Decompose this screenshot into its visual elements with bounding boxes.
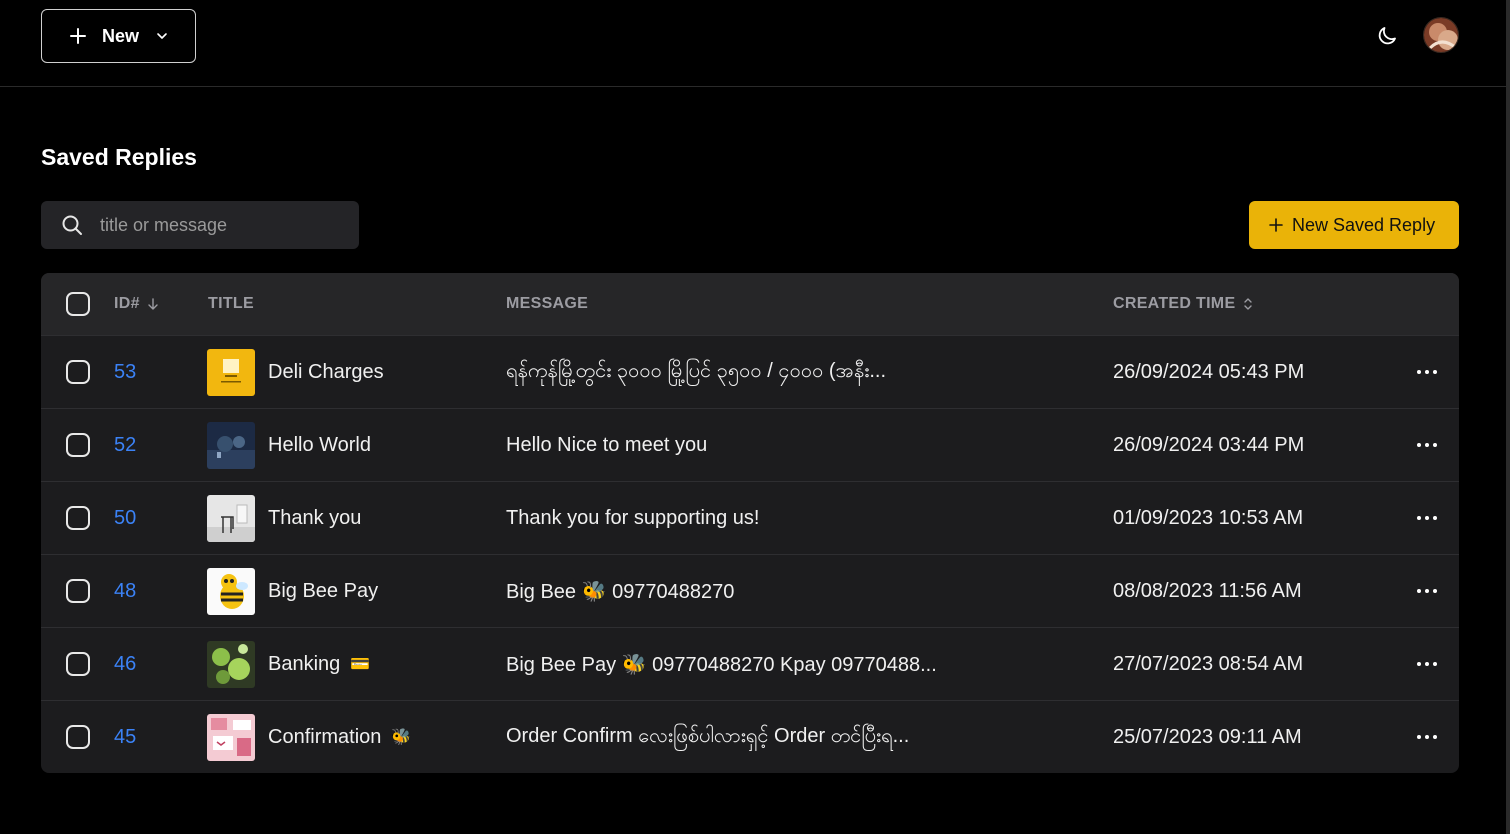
column-created-time[interactable]: CREATED TIME <box>1113 273 1255 335</box>
moon-icon[interactable] <box>1375 24 1399 48</box>
row-id-link[interactable]: 45 <box>114 701 136 773</box>
row-more-icon[interactable] <box>1413 652 1441 676</box>
row-title: Confirmation 🐝 <box>268 701 411 773</box>
table-row[interactable]: 46 Banking 💳 Big Bee Pay 🐝 09770488270 Kp… <box>41 627 1459 700</box>
reply-thumbnail <box>207 495 255 542</box>
new-saved-reply-label: New Saved Reply <box>1292 214 1436 235</box>
row-title-text: Thank you <box>268 506 362 529</box>
row-title-text: Confirmation <box>268 725 382 748</box>
row-title-text: Deli Charges <box>268 360 384 383</box>
select-all-checkbox[interactable] <box>66 292 90 316</box>
row-checkbox[interactable] <box>66 579 90 603</box>
row-created-time: 26/09/2024 05:43 PM <box>1113 360 1305 383</box>
row-id-link[interactable]: 46 <box>114 628 136 700</box>
row-checkbox[interactable] <box>66 433 90 457</box>
row-message: Hello Nice to meet you <box>506 433 708 456</box>
column-created-time-label: CREATED TIME <box>1113 295 1236 312</box>
saved-replies-table: ID# TITLE MESSAGE CREATED TIME 53 Deli C… <box>41 273 1459 773</box>
row-title: Banking 💳 <box>268 628 370 700</box>
row-created-time: 08/08/2023 11:56 AM <box>1113 579 1302 602</box>
row-message: Thank you for supporting us! <box>506 506 760 529</box>
row-more-icon[interactable] <box>1413 506 1441 530</box>
user-avatar[interactable] <box>1423 17 1459 53</box>
row-checkbox[interactable] <box>66 725 90 749</box>
row-more-icon[interactable] <box>1413 433 1441 457</box>
reply-thumbnail <box>207 422 255 469</box>
column-message-label: MESSAGE <box>506 295 589 312</box>
credit-card-icon: 💳 <box>350 656 371 673</box>
sort-icon <box>1244 298 1253 310</box>
row-id-link[interactable]: 53 <box>114 336 136 408</box>
new-button-label: New <box>102 25 140 46</box>
row-more-icon[interactable] <box>1413 579 1441 603</box>
table-row[interactable]: 52 Hello World Hello Nice to meet you 26… <box>41 408 1459 481</box>
row-id-link[interactable]: 52 <box>114 409 136 481</box>
reply-thumbnail <box>207 714 255 761</box>
row-title-text: Hello World <box>268 433 371 456</box>
search-input[interactable] <box>100 214 330 236</box>
avatar-image <box>1424 18 1458 52</box>
plus-icon <box>70 28 86 44</box>
row-message: ရန်ကုန်မြို့တွင်း ၃၀၀၀ မြို့ပြင် ၃၅၀၀ / … <box>506 360 887 382</box>
row-title: Deli Charges <box>268 336 384 408</box>
search-box <box>41 201 359 249</box>
arrow-down-icon <box>148 298 158 310</box>
table-row[interactable]: 45 Confirmation 🐝 Order Confirm လေးဖြစ်ပါ… <box>41 700 1459 773</box>
row-title-text: Big Bee Pay <box>268 579 379 602</box>
chevron-down-icon <box>157 33 167 39</box>
reply-thumbnail <box>207 568 255 615</box>
reply-thumbnail <box>207 641 255 688</box>
top-bar: New <box>0 0 1510 87</box>
row-created-time: 25/07/2023 09:11 AM <box>1113 725 1302 748</box>
column-id[interactable]: ID# <box>114 273 160 335</box>
new-button[interactable]: New <box>41 9 196 63</box>
row-created-time: 27/07/2023 08:54 AM <box>1113 652 1304 675</box>
search-icon <box>62 215 82 235</box>
column-message: MESSAGE <box>506 273 588 335</box>
table-row[interactable]: 50 Thank you Thank you for supporting us… <box>41 481 1459 554</box>
row-title: Thank you <box>268 482 361 554</box>
reply-thumbnail <box>207 349 255 396</box>
row-checkbox[interactable] <box>66 360 90 384</box>
row-message: Big Bee Pay 🐝 09770488270 Kpay 09770488.… <box>506 653 937 676</box>
table-row[interactable]: 48 Big Bee Pay Big Bee 🐝 09770488270 08/… <box>41 554 1459 627</box>
row-checkbox[interactable] <box>66 506 90 530</box>
row-id-link[interactable]: 50 <box>114 482 136 554</box>
row-title: Hello World <box>268 409 371 481</box>
column-id-label: ID# <box>114 295 140 312</box>
row-created-time: 01/09/2023 10:53 AM <box>1113 506 1304 529</box>
page-scrollbar[interactable] <box>1506 0 1510 834</box>
column-title: TITLE <box>208 273 254 335</box>
column-title-label: TITLE <box>208 295 254 312</box>
row-message: Big Bee 🐝 09770488270 <box>506 580 735 603</box>
new-saved-reply-button[interactable]: New Saved Reply <box>1249 201 1459 249</box>
table-header: ID# TITLE MESSAGE CREATED TIME <box>41 273 1459 335</box>
row-checkbox[interactable] <box>66 652 90 676</box>
row-created-time: 26/09/2024 03:44 PM <box>1113 433 1305 456</box>
plus-icon <box>1269 218 1283 232</box>
row-message: Order Confirm လေးဖြစ်ပါလားရှင့် Order တင… <box>506 725 910 747</box>
row-more-icon[interactable] <box>1413 360 1441 384</box>
row-id-link[interactable]: 48 <box>114 555 136 627</box>
row-more-icon[interactable] <box>1413 725 1441 749</box>
table-row[interactable]: 53 Deli Charges ရန်ကုန်မြို့တွင်း ၃၀၀၀ မ… <box>41 335 1459 408</box>
page-title: Saved Replies <box>41 144 197 170</box>
row-title: Big Bee Pay <box>268 555 378 627</box>
row-title-text: Banking <box>268 652 341 675</box>
bee-icon: 🐝 <box>391 729 412 746</box>
